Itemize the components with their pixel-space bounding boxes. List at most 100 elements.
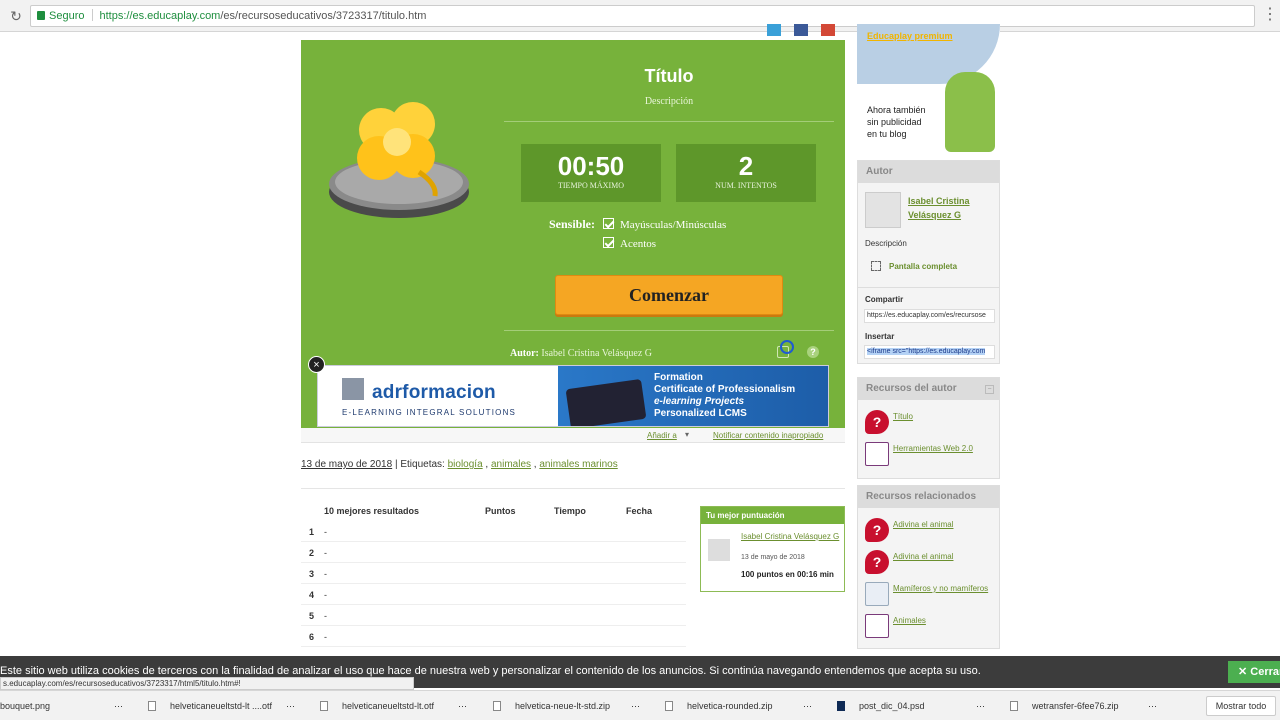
game-title: Título (644, 66, 694, 86)
download-menu-icon[interactable]: ⋯ (114, 691, 123, 720)
share-url-field[interactable]: https://es.educaplay.com/es/recursose (864, 309, 995, 323)
download-filename: helveticaneueltstd-lt.otf (342, 701, 435, 711)
meta-line: 13 de mayo de 2018 | Etiquetas: biología… (301, 459, 618, 470)
best-score-date: 13 de mayo de 2018 (741, 554, 805, 561)
fullscreen-link[interactable]: Pantalla completa (889, 262, 957, 271)
author-description: Descripción (865, 239, 907, 248)
resource-link[interactable]: Adivina el animal (893, 520, 1003, 529)
download-menu-icon[interactable]: ⋯ (286, 691, 295, 720)
download-item[interactable]: helveticaneueltstd-lt.otf (320, 691, 434, 720)
ad-line-1: Formation (654, 372, 703, 383)
download-menu-icon[interactable]: ⋯ (1148, 691, 1157, 720)
resource-link[interactable]: Título (893, 412, 1003, 421)
share-icons (764, 24, 845, 38)
rank-name: - (324, 611, 327, 621)
download-menu-icon[interactable]: ⋯ (803, 691, 812, 720)
clover-logo-icon (329, 102, 469, 218)
ad-close-button[interactable]: × (308, 356, 325, 373)
best-score-name[interactable]: Isabel Cristina Velásquez G (741, 531, 841, 542)
tags-label: Etiquetas: (400, 459, 445, 470)
divider (504, 330, 834, 331)
mouse-cursor-highlight (780, 340, 794, 354)
cookie-close-label: Cerrar (1250, 666, 1280, 678)
download-filename: helveticaneueltstd-lt ....otf (170, 701, 273, 711)
report-content-link[interactable]: Notificar contenido inapropiado (713, 431, 823, 440)
close-icon: ✕ (1238, 666, 1248, 678)
download-filename: wetransfer-6fee76.zip (1032, 701, 1119, 711)
ranking-header-top: 10 mejores resultados (324, 506, 420, 516)
googleplus-icon[interactable] (821, 24, 835, 36)
accents-label: Acentos (620, 238, 657, 250)
fullscreen-icon[interactable] (871, 261, 881, 271)
actions-bar: Añadir a ▾ Notificar contenido inapropia… (301, 428, 845, 443)
browser-menu-icon[interactable]: ⋮ (1262, 6, 1278, 24)
cookie-close-button[interactable]: ✕ Cerrar (1228, 661, 1280, 683)
file-icon (493, 701, 501, 711)
download-menu-icon[interactable]: ⋯ (976, 691, 985, 720)
resource-link[interactable]: Mamíferos y no mamíferos (893, 584, 1003, 593)
collapse-icon[interactable]: − (985, 385, 994, 394)
resource-link[interactable]: Adivina el animal (893, 552, 1003, 561)
url-host: https://es.educaplay.com (99, 10, 221, 22)
related-resources-panel: Recursos relacionados ? Adivina el anima… (857, 485, 1000, 649)
download-item[interactable]: wetransfer-6fee76.zip (1010, 691, 1119, 720)
download-shelf: bouquet.png ⋯ helveticaneueltstd-lt ....… (0, 690, 1280, 720)
ad-line-2: Certificate of Professionalism (654, 384, 796, 395)
ad-logo-icon (342, 378, 364, 400)
question-icon: ? (865, 550, 889, 574)
facebook-icon[interactable] (794, 24, 808, 36)
table-row: 3- (301, 563, 686, 584)
avatar (865, 192, 901, 228)
show-all-downloads-button[interactable]: Mostrar todo (1206, 696, 1276, 716)
checkbox-checked-icon (603, 218, 614, 229)
help-icon[interactable]: ? (807, 346, 819, 358)
download-filename: bouquet.png (0, 701, 51, 711)
premium-text-line: sin publicidad (867, 117, 922, 127)
game-description: Descripción (644, 96, 694, 107)
start-button[interactable]: Comenzar (555, 275, 783, 315)
tag-link[interactable]: animales (491, 459, 531, 470)
rank-name: - (324, 590, 327, 600)
max-time-label: TIEMPO MÁXIMO (558, 181, 624, 190)
download-item[interactable]: helvetica-neue-lt-std.zip (493, 691, 610, 720)
rank-number: 4 (309, 590, 315, 600)
resource-link[interactable]: Herramientas Web 2.0 (893, 444, 1003, 453)
premium-link[interactable]: Educaplay premium (867, 31, 953, 41)
resource-link[interactable]: Animales (893, 616, 1003, 625)
embed-code-value: <iframe src="https://es.educaplay.com (867, 348, 986, 355)
author-name-link[interactable]: Isabel Cristina Velásquez G (908, 194, 996, 222)
chevron-down-icon[interactable]: ▾ (685, 430, 689, 439)
lock-icon (37, 11, 45, 20)
status-url: s.educaplay.com/es/recursoseducativos/37… (0, 677, 414, 690)
download-item[interactable]: post_dic_04.psd (837, 691, 925, 720)
author-resources-header: Recursos del autor (858, 378, 999, 400)
add-to-link[interactable]: Añadir a (647, 431, 677, 440)
attempts-label: NUM. INTENTOS (715, 181, 777, 190)
download-item[interactable]: bouquet.png (0, 691, 50, 720)
case-sensitive-checkbox[interactable]: Mayúsculas/Minúsculas (603, 218, 726, 232)
author-panel: Autor Isabel Cristina Velásquez G Descri… (857, 160, 1000, 364)
download-menu-icon[interactable]: ⋯ (458, 691, 467, 720)
premium-text: Ahora también sin publicidad en tu blog (867, 104, 926, 140)
premium-banner[interactable]: Educaplay premium Ahora también sin publ… (857, 24, 1000, 154)
advertisement-banner[interactable]: adrformacion E-LEARNING INTEGRAL SOLUTIO… (317, 365, 829, 427)
reload-icon[interactable]: ↻ (8, 8, 24, 24)
file-icon (1010, 701, 1018, 711)
download-item[interactable]: helveticaneueltstd-lt ....otf (148, 691, 272, 720)
ranking-header-time: Tiempo (554, 506, 586, 516)
download-item[interactable]: helvetica-rounded.zip (665, 691, 773, 720)
table-row: 5- (301, 605, 686, 626)
divider (858, 287, 999, 288)
author-prefix: Autor: (510, 348, 539, 359)
embed-code-field[interactable]: <iframe src="https://es.educaplay.com (864, 345, 995, 359)
author-resources-panel: Recursos del autor − ? Título Herramient… (857, 377, 1000, 479)
browser-window: ↻ Seguro https://es.educaplay.com/es/recu… (0, 0, 1280, 720)
rank-name: - (324, 548, 327, 558)
max-time-box: 00:50 TIEMPO MÁXIMO (521, 144, 661, 202)
accents-checkbox[interactable]: Acentos (603, 237, 656, 251)
twitter-icon[interactable] (767, 24, 781, 36)
download-menu-icon[interactable]: ⋯ (631, 691, 640, 720)
rank-name: - (324, 527, 327, 537)
tag-link[interactable]: animales marinos (539, 459, 617, 470)
tag-link[interactable]: biología (448, 459, 483, 470)
